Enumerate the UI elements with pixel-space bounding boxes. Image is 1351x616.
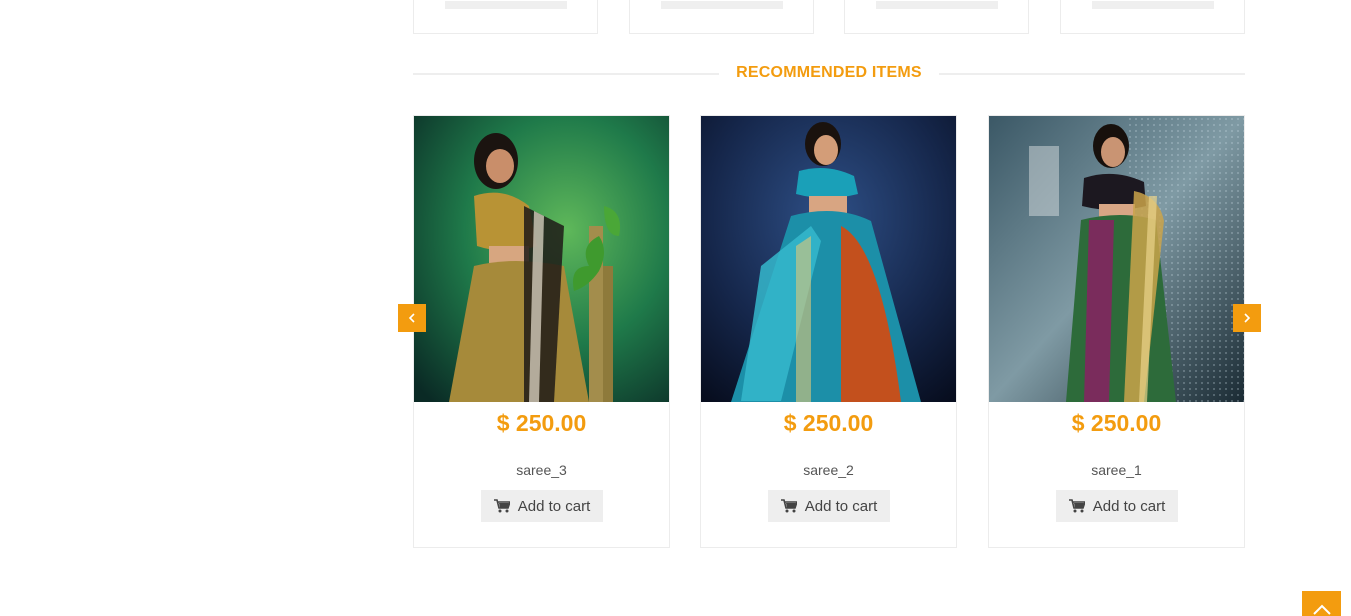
section-title: RECOMMENDED ITEMS	[736, 64, 922, 81]
product-card-top	[413, 0, 598, 34]
carousel-prev-button[interactable]	[398, 304, 426, 332]
product-card-top	[1060, 0, 1245, 34]
add-to-cart-button[interactable]: Add to cart	[1056, 490, 1178, 522]
scroll-to-top-button[interactable]	[1302, 591, 1341, 616]
product-price: $ 250.00	[1071, 410, 1162, 436]
product-image[interactable]	[989, 116, 1244, 402]
product-card-top	[844, 0, 1029, 34]
cart-icon	[493, 499, 510, 513]
product-name[interactable]: saree_3	[414, 462, 669, 478]
cart-icon	[780, 499, 797, 513]
product-card-top	[629, 0, 814, 34]
add-to-cart-button[interactable]: Add to cart	[481, 490, 603, 522]
add-to-cart-button[interactable]	[445, 1, 567, 9]
product-card[interactable]: $ 250.00 saree_1 Add to cart	[988, 115, 1245, 548]
product-card[interactable]: $ 250.00 saree_2 Add to cart	[700, 115, 957, 548]
chevron-left-icon	[408, 313, 415, 323]
product-price: $ 250.00	[783, 410, 874, 436]
chevron-up-icon	[1312, 604, 1331, 615]
product-name[interactable]: saree_2	[701, 462, 956, 478]
product-price: $ 250.00	[496, 410, 587, 436]
add-to-cart-button[interactable]	[876, 1, 998, 9]
add-to-cart-label: Add to cart	[517, 497, 591, 515]
chevron-right-icon	[1244, 313, 1251, 323]
add-to-cart-button[interactable]	[661, 1, 783, 9]
add-to-cart-label: Add to cart	[804, 497, 878, 515]
product-image[interactable]	[701, 116, 956, 402]
product-card[interactable]: $ 250.00 saree_3 Add to cart	[413, 115, 670, 548]
add-to-cart-button[interactable]	[1092, 1, 1214, 9]
product-name[interactable]: saree_1	[989, 462, 1244, 478]
product-image[interactable]	[414, 116, 669, 402]
section-divider-left	[413, 73, 719, 75]
add-to-cart-label: Add to cart	[1092, 497, 1166, 515]
add-to-cart-button[interactable]: Add to cart	[768, 490, 890, 522]
section-divider-right	[939, 73, 1245, 75]
carousel-next-button[interactable]	[1233, 304, 1261, 332]
cart-icon	[1068, 499, 1085, 513]
